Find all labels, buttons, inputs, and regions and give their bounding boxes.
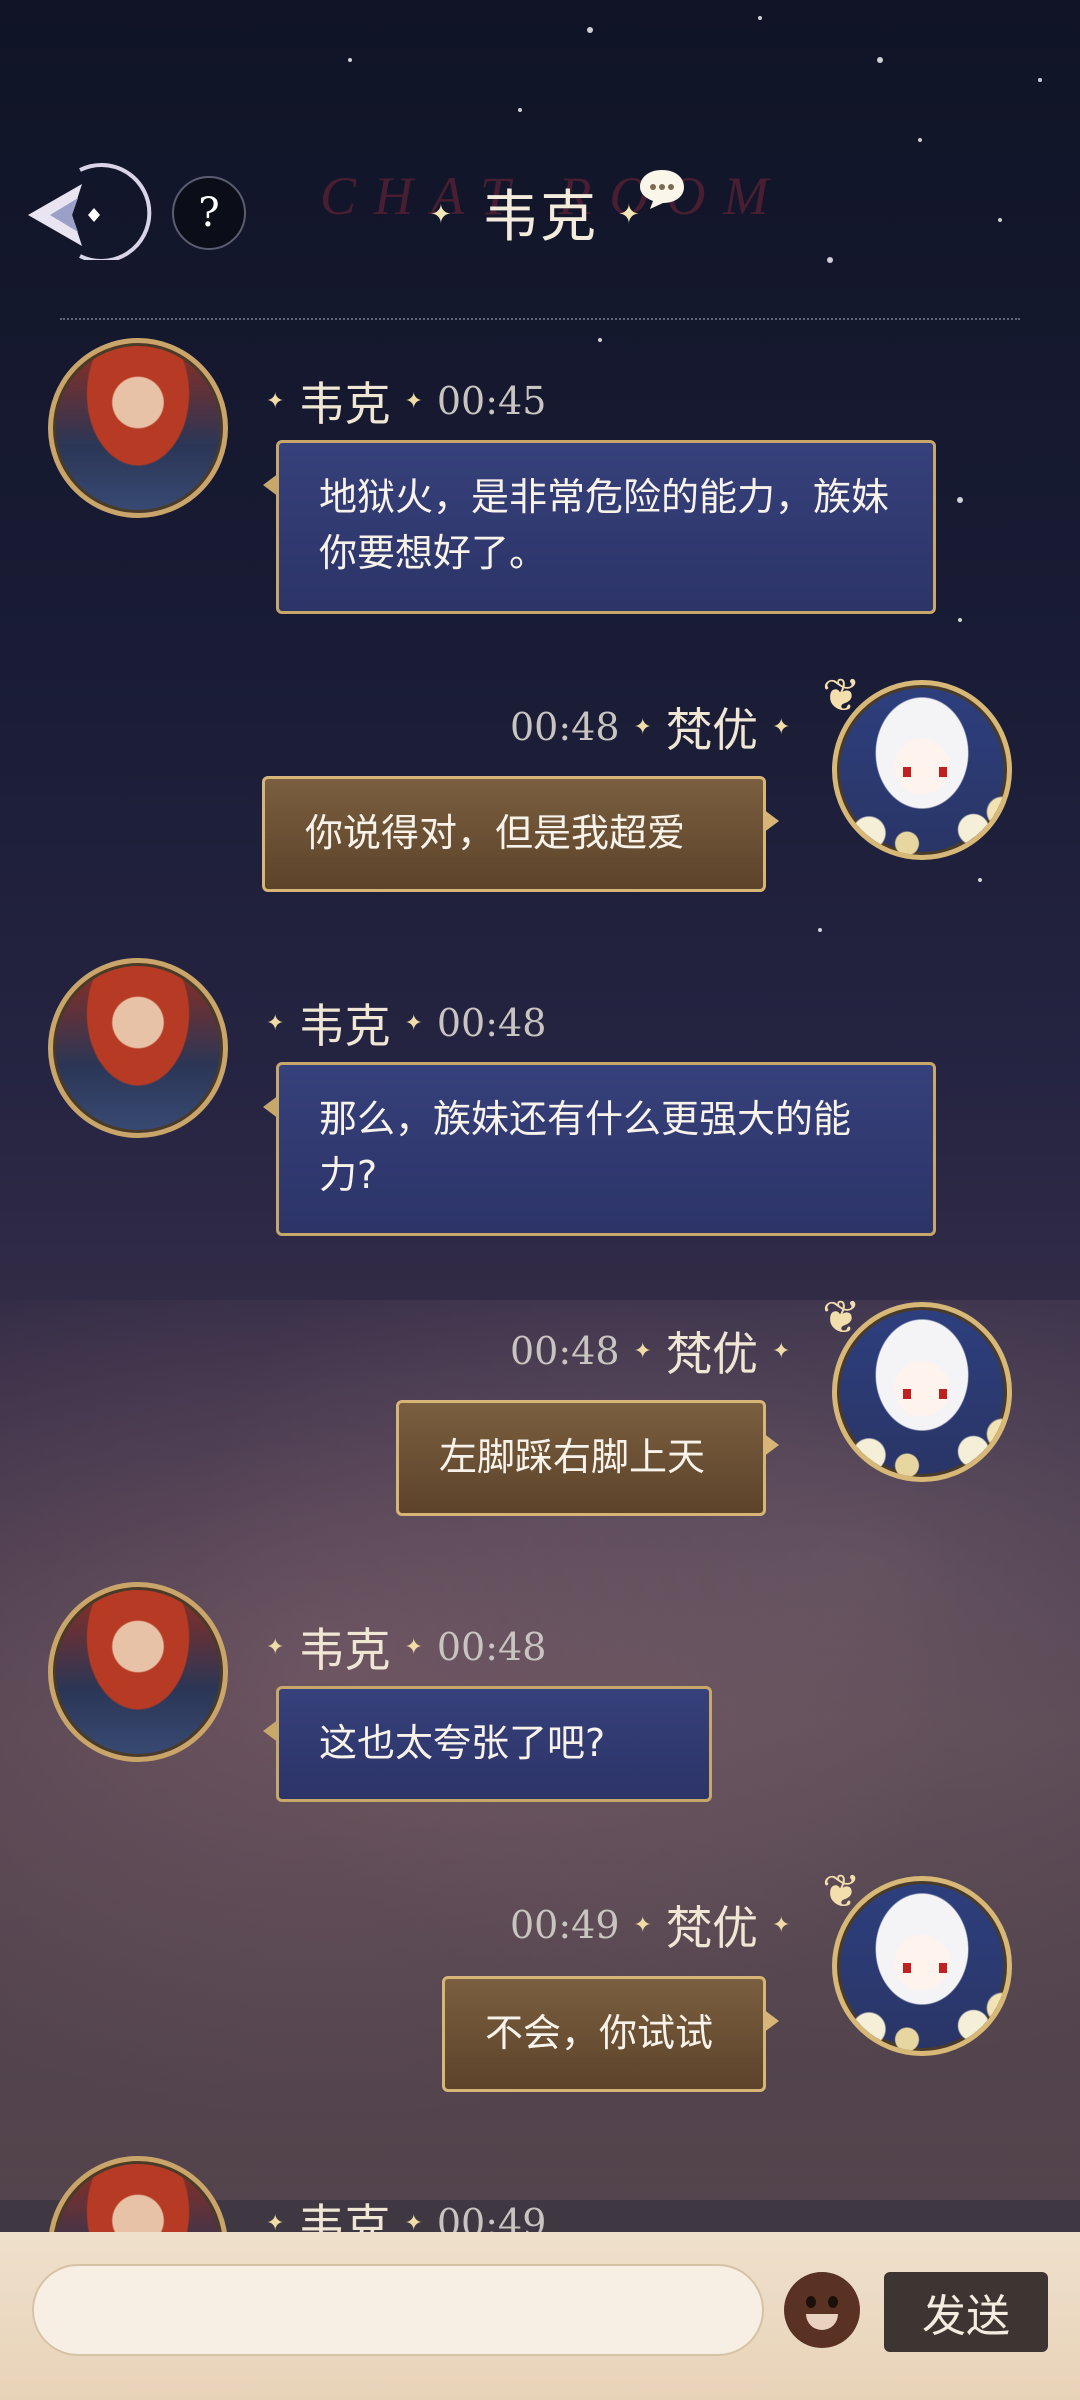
message-meta: 00:49 ✦ 梵优 ✦ xyxy=(510,1892,790,1958)
message-time: 00:45 xyxy=(436,379,547,423)
butterfly-icon: ❦ xyxy=(822,1864,861,1918)
message-time: 00:48 xyxy=(510,705,620,749)
message-time: 00:48 xyxy=(510,1329,620,1373)
sender-name: 梵优 xyxy=(665,1901,758,1955)
message-meta: ✦ 韦克 ✦ 00:48 xyxy=(266,1614,546,1680)
avatar-wayke[interactable] xyxy=(48,958,228,1138)
message-time: 00:49 xyxy=(510,1903,620,1947)
input-bar: 发送 xyxy=(0,2232,1080,2400)
avatar-wayke[interactable] xyxy=(48,1582,228,1762)
sparkle-icon: ✦ xyxy=(618,200,640,230)
message-bubble: 这也太夸张了吧? xyxy=(263,1686,712,1802)
sender-name: 韦克 xyxy=(298,999,391,1053)
message-bubble: 地狱火，是非常危险的能力，族妹你要想好了。 xyxy=(263,440,936,614)
sender-name: 梵优 xyxy=(665,703,758,757)
message-meta: 00:48 ✦ 梵优 ✦ xyxy=(510,694,790,760)
message-time: 00:48 xyxy=(436,1625,547,1669)
message-meta: ✦ 韦克 ✦ 00:48 xyxy=(266,990,546,1056)
butterfly-icon: ❦ xyxy=(822,1290,861,1344)
header-divider xyxy=(60,318,1020,320)
message-bubble: 那么，族妹还有什么更强大的能力? xyxy=(263,1062,936,1236)
message-bubble: 你说得对，但是我超爱 xyxy=(262,776,779,892)
emoji-face-icon xyxy=(806,2296,816,2308)
send-button[interactable]: 发送 xyxy=(884,2272,1048,2352)
message-bubble: 不会，你试试 xyxy=(442,1976,779,2092)
sender-name: 韦克 xyxy=(298,377,391,431)
emoji-button[interactable] xyxy=(784,2272,860,2348)
page-title: 韦克 xyxy=(482,185,598,250)
message-time: 00:48 xyxy=(436,1001,547,1045)
sender-name: 韦克 xyxy=(298,1623,391,1677)
chat-bubble-icon xyxy=(640,170,684,209)
message-meta: ✦ 韦克 ✦ 00:45 xyxy=(266,368,546,434)
message-meta: 00:48 ✦ 梵优 ✦ xyxy=(510,1318,790,1384)
message-input[interactable] xyxy=(32,2264,764,2356)
message-bubble: 左脚踩右脚上天 xyxy=(396,1400,779,1516)
butterfly-icon: ❦ xyxy=(822,668,861,722)
avatar-wayke[interactable] xyxy=(48,338,228,518)
sender-name: 梵优 xyxy=(665,1327,758,1381)
